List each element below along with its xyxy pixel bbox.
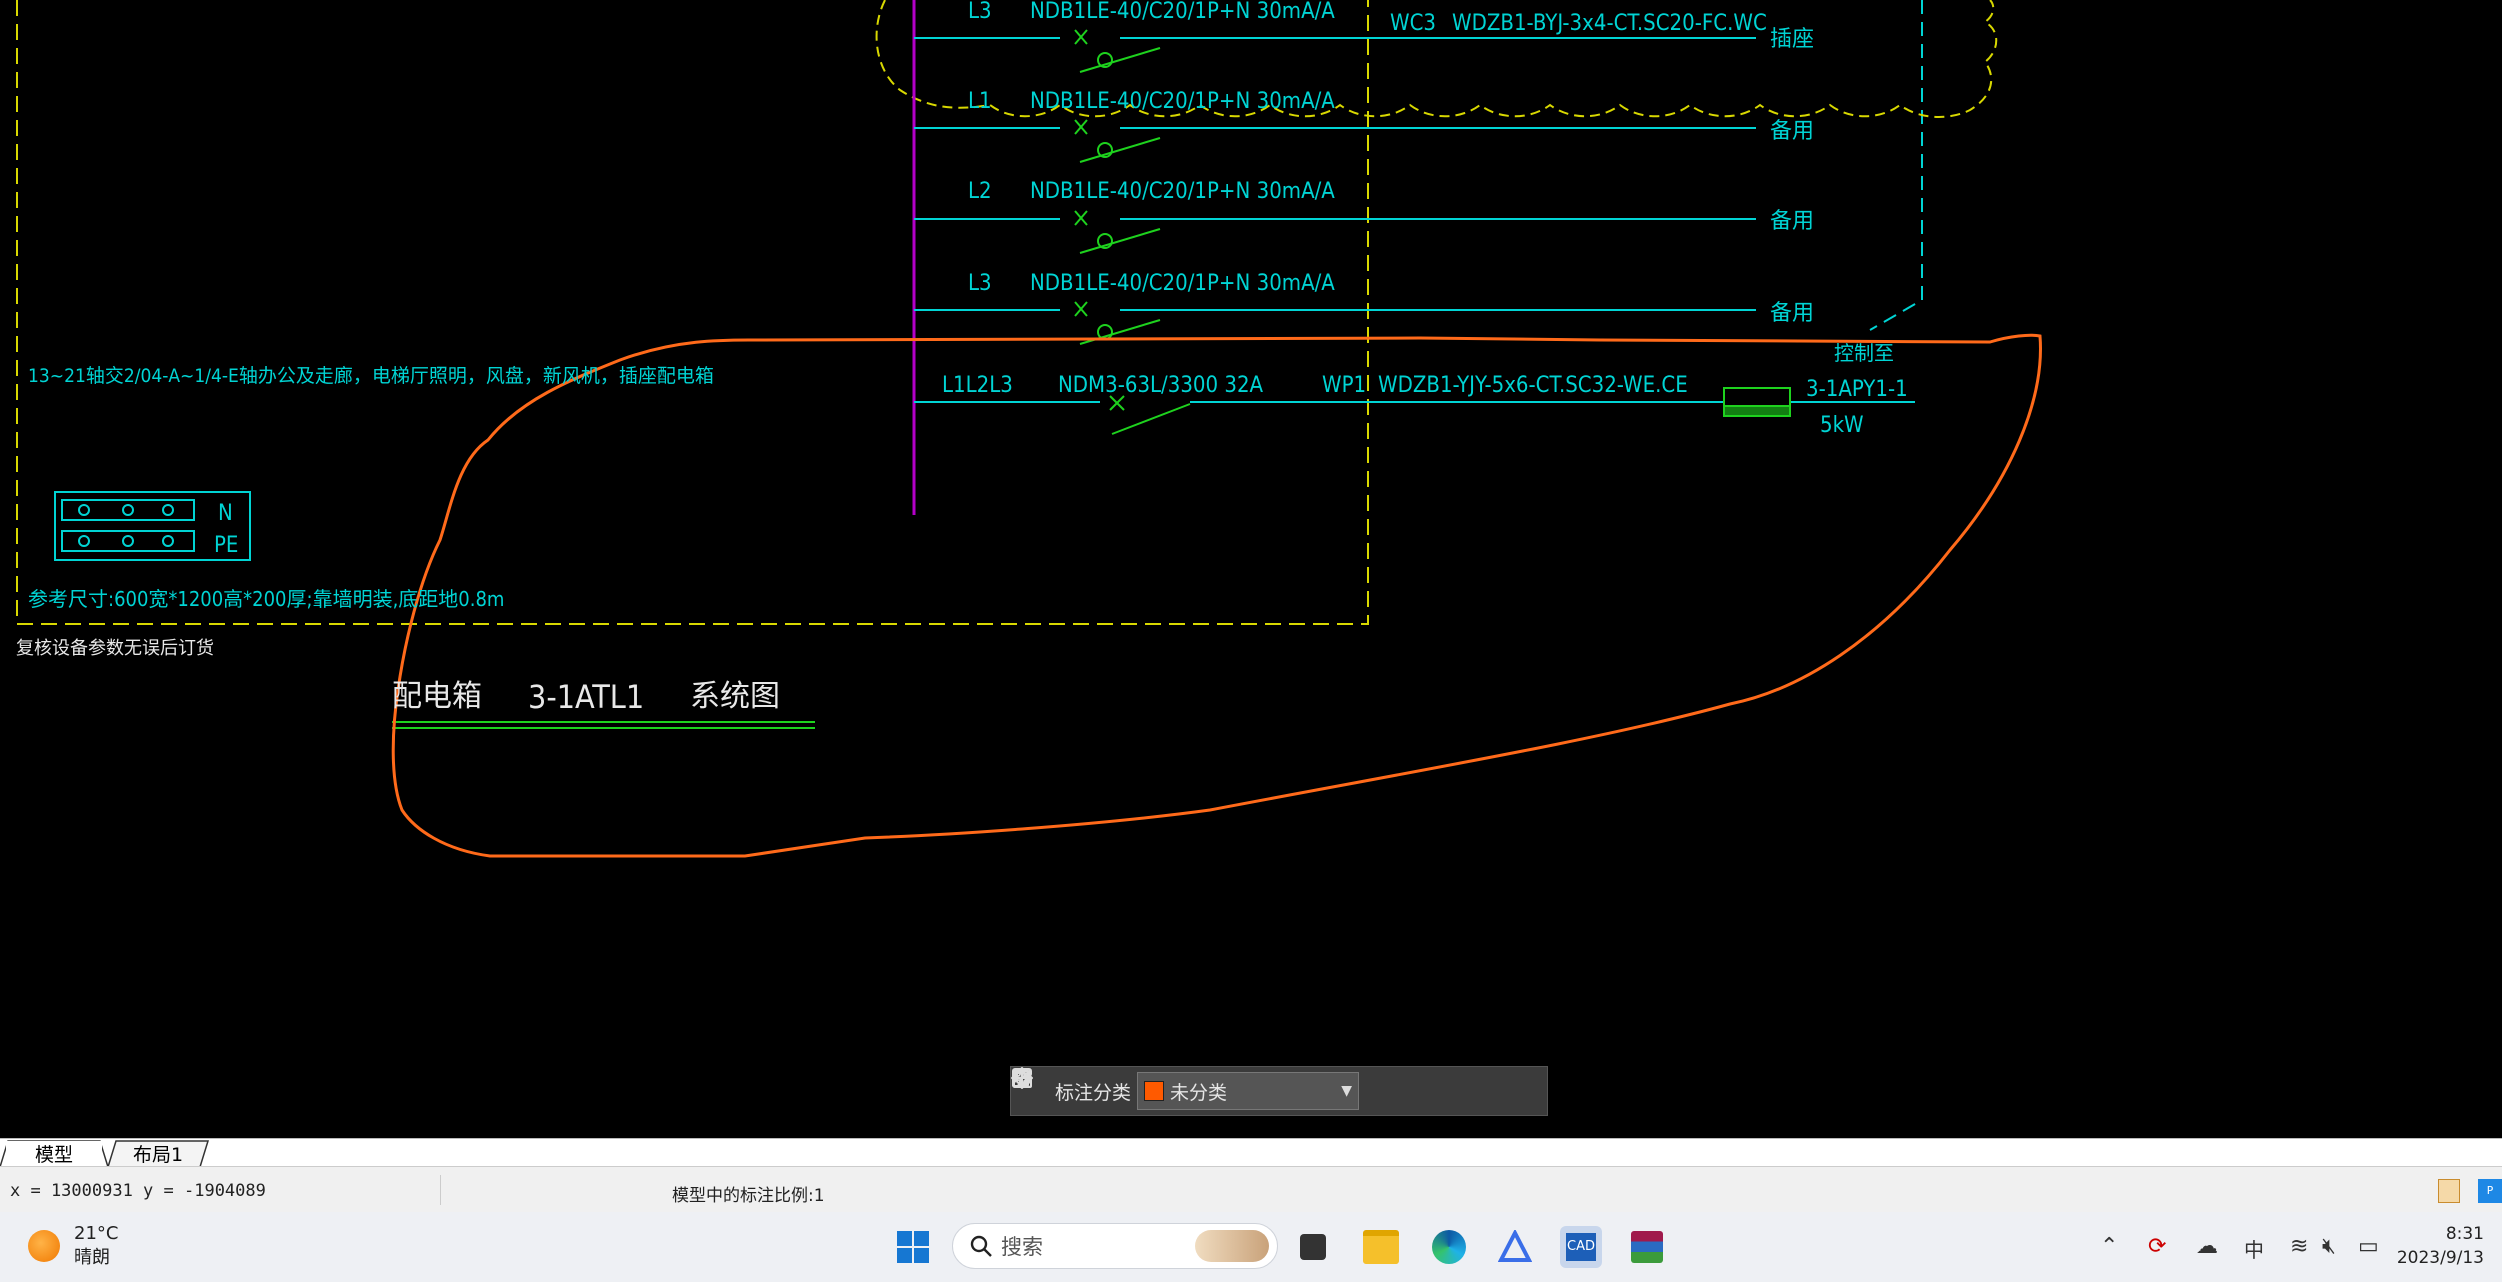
chevron-up-icon[interactable]: ⌃ [2100,1234,2118,1259]
status-divider [440,1175,441,1205]
winrar-icon[interactable] [1626,1226,1668,1268]
terminal-label-pe: PE [214,533,238,558]
breaker-symbol-2 [1074,119,1161,163]
battery-icon[interactable]: ▭ [2358,1234,2379,1259]
panel-note: 13~21轴交2/04-A~1/4-E轴办公及走廊，电梯厅照明，风盘，新风机，插… [28,365,714,387]
circuit-3-breaker: NDB1LE-40/C20/1P+N 30mA/A [1030,179,1335,204]
feeder-cable: WDZB1-YJY-5x6-CT.SC32-WE.CE [1378,373,1688,398]
right-dashed-line [1869,0,1923,331]
feeder-power: 5kW [1820,413,1864,438]
circuit-2-phase: L1 [968,89,992,114]
clock[interactable]: 8:31 2023/9/13 [2397,1222,2484,1270]
edge-icon[interactable] [1428,1226,1470,1268]
paste-icon[interactable] [1013,1068,1533,1108]
weather-description: 晴朗 [74,1247,110,1268]
annotation-category-select[interactable]: 未分类 ▼ [1137,1072,1360,1110]
circuit-3-load: 备用 [1770,209,1814,234]
circuit-2-load: 备用 [1770,119,1814,144]
wifi-icon[interactable]: ≋ [2290,1234,2308,1259]
markup-outline [391,333,2042,858]
annotation-category-value: 未分类 [1170,1081,1228,1104]
search-placeholder: 搜索 [1001,1235,1043,1259]
sun-icon [28,1230,60,1262]
app-icon[interactable]: P [2478,1179,2502,1203]
search-icon [970,1235,992,1257]
tab-model[interactable]: 模型 [6,1141,102,1166]
weather-temperature: 21°C [74,1223,119,1244]
size-note: 参考尺寸:600宽*1200高*200厚;靠墙明装,底距地0.8m [28,587,504,611]
weather-widget[interactable]: 21°C 晴朗 [28,1222,118,1270]
circuit-3-phase: L2 [968,179,992,204]
settings-icon[interactable] [2438,1179,2460,1203]
clock-time: 8:31 [2445,1224,2484,1244]
circuit-1-cable-id: WC3 [1390,11,1436,36]
feeder-cable-id: WP1 [1322,373,1366,398]
annotation-scale: 模型中的标注比例:1 [672,1186,825,1206]
circuit-1-cable: WDZB1-BYJ-3x4-CT.SC20-FC.WC [1452,11,1767,36]
terminal-label-n: N [218,501,233,526]
title-part-1: 配电箱 [392,679,482,714]
search-highlight-image [1195,1230,1269,1262]
annotation-toolbar: 标注分类 未分类 ▼ [1010,1066,1548,1116]
input-method-indicator[interactable]: 中 [2244,1234,2264,1263]
taskbar-search[interactable]: 搜索 [952,1223,1278,1269]
start-icon[interactable] [892,1226,934,1268]
layout-tab-bar: 模型 布局1 [0,1138,2502,1167]
breaker-symbol-3 [1074,210,1161,254]
title-underline [392,721,815,729]
circuit-4-load: 备用 [1770,301,1814,326]
circuit-1-phase: L3 [968,0,992,24]
move-icon[interactable] [1011,1067,1449,1108]
feeder-destination-2: 3-1APY1-1 [1806,377,1908,402]
title-part-3: 系统图 [690,679,780,714]
cursor-coordinates: x = 13000931 y = -1904089 [10,1181,266,1201]
cad-drawing: L3 NDB1LE-40/C20/1P+N 30mA/A WC3 WDZB1-B… [16,0,2042,858]
cloud-icon[interactable]: ☁ [2196,1234,2218,1259]
circuit-2-breaker: NDB1LE-40/C20/1P+N 30mA/A [1030,89,1335,114]
load-box [1723,387,1791,417]
circuit-4-breaker: NDB1LE-40/C20/1P+N 30mA/A [1030,271,1335,296]
tab-model-label: 模型 [34,1143,73,1166]
task-view-icon[interactable] [1292,1226,1334,1268]
drive-app-icon[interactable] [1494,1226,1536,1268]
circuit-1-breaker: NDB1LE-40/C20/1P+N 30mA/A [1030,0,1335,24]
cad-app-icon[interactable]: CAD [1560,1226,1602,1268]
category-color-swatch [1144,1081,1165,1101]
sync-icon[interactable]: ⟳ [2148,1234,2166,1259]
edit-icon[interactable] [1012,1068,1407,1108]
title-part-2: 3-1ATL1 [528,678,644,716]
file-explorer-icon[interactable] [1360,1226,1402,1268]
feeder-destination-1: 控制至 [1834,341,1894,365]
taskbar: 21°C 晴朗 搜索 CAD ⌃ ⟳ ☁ 中 ≋ 🔇︎ ▭ 8:31 2023/… [0,1212,2502,1282]
feeder-breaker-symbol [1109,395,1191,435]
mute-icon[interactable]: 🔇︎ [2322,1234,2336,1259]
feeder-phase: L1L2L3 [942,373,1013,398]
copy-icon[interactable] [1012,1068,1491,1108]
circuit-4-phase: L3 [968,271,992,296]
breaker-symbol-1 [1074,29,1161,73]
status-bar: x = 13000931 y = -1904089 模型中的标注比例:1 P [0,1166,2502,1214]
tab-layout1-label: 布局1 [132,1143,184,1166]
clock-date: 2023/9/13 [2396,1248,2484,1268]
drawing-canvas[interactable]: L3 NDB1LE-40/C20/1P+N 30mA/A WC3 WDZB1-B… [0,0,2502,1138]
annotation-category-label: 标注分类 [1055,1081,1132,1104]
circuit-1-load: 插座 [1770,27,1814,52]
check-note: 复核设备参数无误后订货 [16,638,214,659]
tab-layout1[interactable]: 布局1 [108,1141,208,1166]
chevron-down-icon: ▼ [1341,1083,1353,1099]
feeder-breaker: NDM3-63L/3300 32A [1058,373,1264,398]
